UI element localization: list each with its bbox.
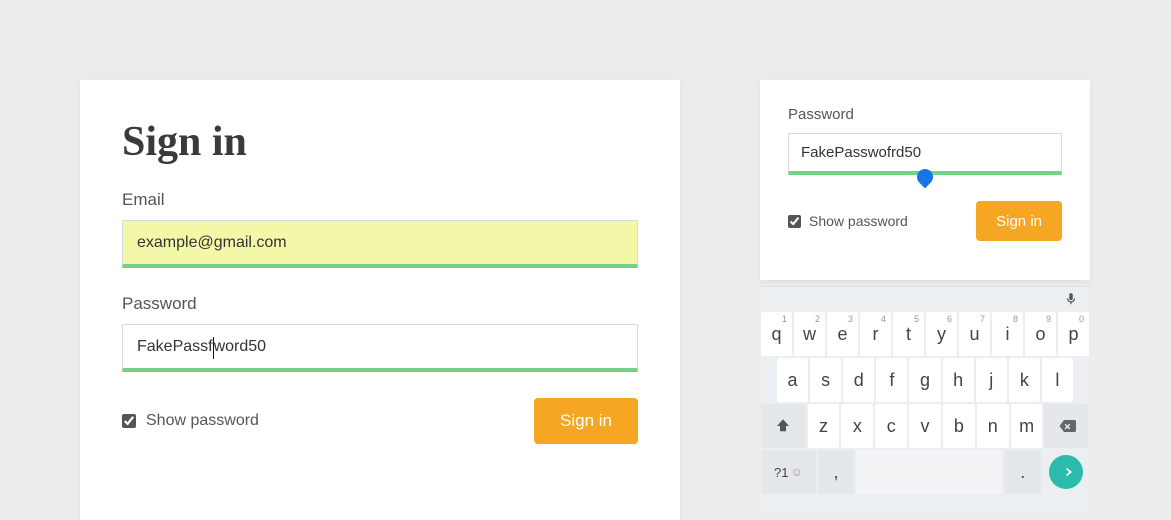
page-title: Sign in xyxy=(122,118,638,166)
email-label: Email xyxy=(122,190,638,210)
mobile-password-label: Password xyxy=(788,106,1062,123)
mobile-show-password-toggle[interactable]: Show password xyxy=(788,213,908,229)
key-h[interactable]: h xyxy=(942,357,975,403)
key-j[interactable]: j xyxy=(975,357,1008,403)
key-w[interactable]: w2 xyxy=(793,311,826,357)
key-f[interactable]: f xyxy=(875,357,908,403)
signin-button[interactable]: Sign in xyxy=(534,398,638,444)
email-field[interactable]: example@gmail.com xyxy=(122,220,638,268)
key-space[interactable] xyxy=(855,449,1003,495)
key-l[interactable]: l xyxy=(1041,357,1074,403)
text-selection-handle-icon[interactable] xyxy=(914,166,937,189)
key-q[interactable]: q1 xyxy=(760,311,793,357)
email-value: example@gmail.com xyxy=(137,234,287,252)
key-a[interactable]: a xyxy=(776,357,809,403)
key-n[interactable]: n xyxy=(976,403,1010,449)
password-value-pre: FakePassf xyxy=(137,338,213,356)
key-y[interactable]: y6 xyxy=(925,311,958,357)
key-p[interactable]: p0 xyxy=(1057,311,1090,357)
mobile-signin-button[interactable]: Sign in xyxy=(976,201,1062,241)
show-password-checkbox[interactable] xyxy=(122,414,136,428)
key-t[interactable]: t5 xyxy=(892,311,925,357)
key-comma[interactable]: , xyxy=(817,449,856,495)
key-o[interactable]: o9 xyxy=(1024,311,1057,357)
key-shift[interactable] xyxy=(760,403,807,449)
mobile-show-password-label: Show password xyxy=(809,213,908,229)
key-symbols[interactable]: ?1☺ xyxy=(760,449,817,495)
key-g[interactable]: g xyxy=(908,357,941,403)
key-x[interactable]: x xyxy=(840,403,874,449)
key-backspace[interactable] xyxy=(1043,403,1090,449)
password-label: Password xyxy=(122,294,638,314)
password-field[interactable]: FakePassfword50 xyxy=(122,324,638,372)
key-k[interactable]: k xyxy=(1008,357,1041,403)
key-d[interactable]: d xyxy=(842,357,875,403)
key-s[interactable]: s xyxy=(809,357,842,403)
mobile-show-password-checkbox[interactable] xyxy=(788,215,801,228)
mobile-password-field[interactable]: FakePasswofrd50 xyxy=(788,133,1062,175)
signin-card: Sign in Email example@gmail.com Password… xyxy=(80,80,680,520)
key-b[interactable]: b xyxy=(942,403,976,449)
mic-icon[interactable] xyxy=(1064,292,1078,306)
key-m[interactable]: m xyxy=(1010,403,1044,449)
show-password-toggle[interactable]: Show password xyxy=(122,412,259,430)
onscreen-keyboard: q1w2e3r4t5y6u7i8o9p0 asdfghjkl zxcvbnm ?… xyxy=(760,286,1090,516)
key-z[interactable]: z xyxy=(807,403,841,449)
key-u[interactable]: u7 xyxy=(958,311,991,357)
key-r[interactable]: r4 xyxy=(859,311,892,357)
key-i[interactable]: i8 xyxy=(991,311,1024,357)
key-period[interactable]: . xyxy=(1003,449,1042,495)
key-e[interactable]: e3 xyxy=(826,311,859,357)
key-v[interactable]: v xyxy=(908,403,942,449)
key-c[interactable]: c xyxy=(874,403,908,449)
mobile-password-card: Password FakePasswofrd50 Show password S… xyxy=(760,80,1090,280)
mobile-password-value: FakePasswofrd50 xyxy=(801,144,921,161)
show-password-label: Show password xyxy=(146,412,259,430)
password-value-post: word50 xyxy=(214,338,266,356)
key-enter[interactable] xyxy=(1048,454,1084,490)
